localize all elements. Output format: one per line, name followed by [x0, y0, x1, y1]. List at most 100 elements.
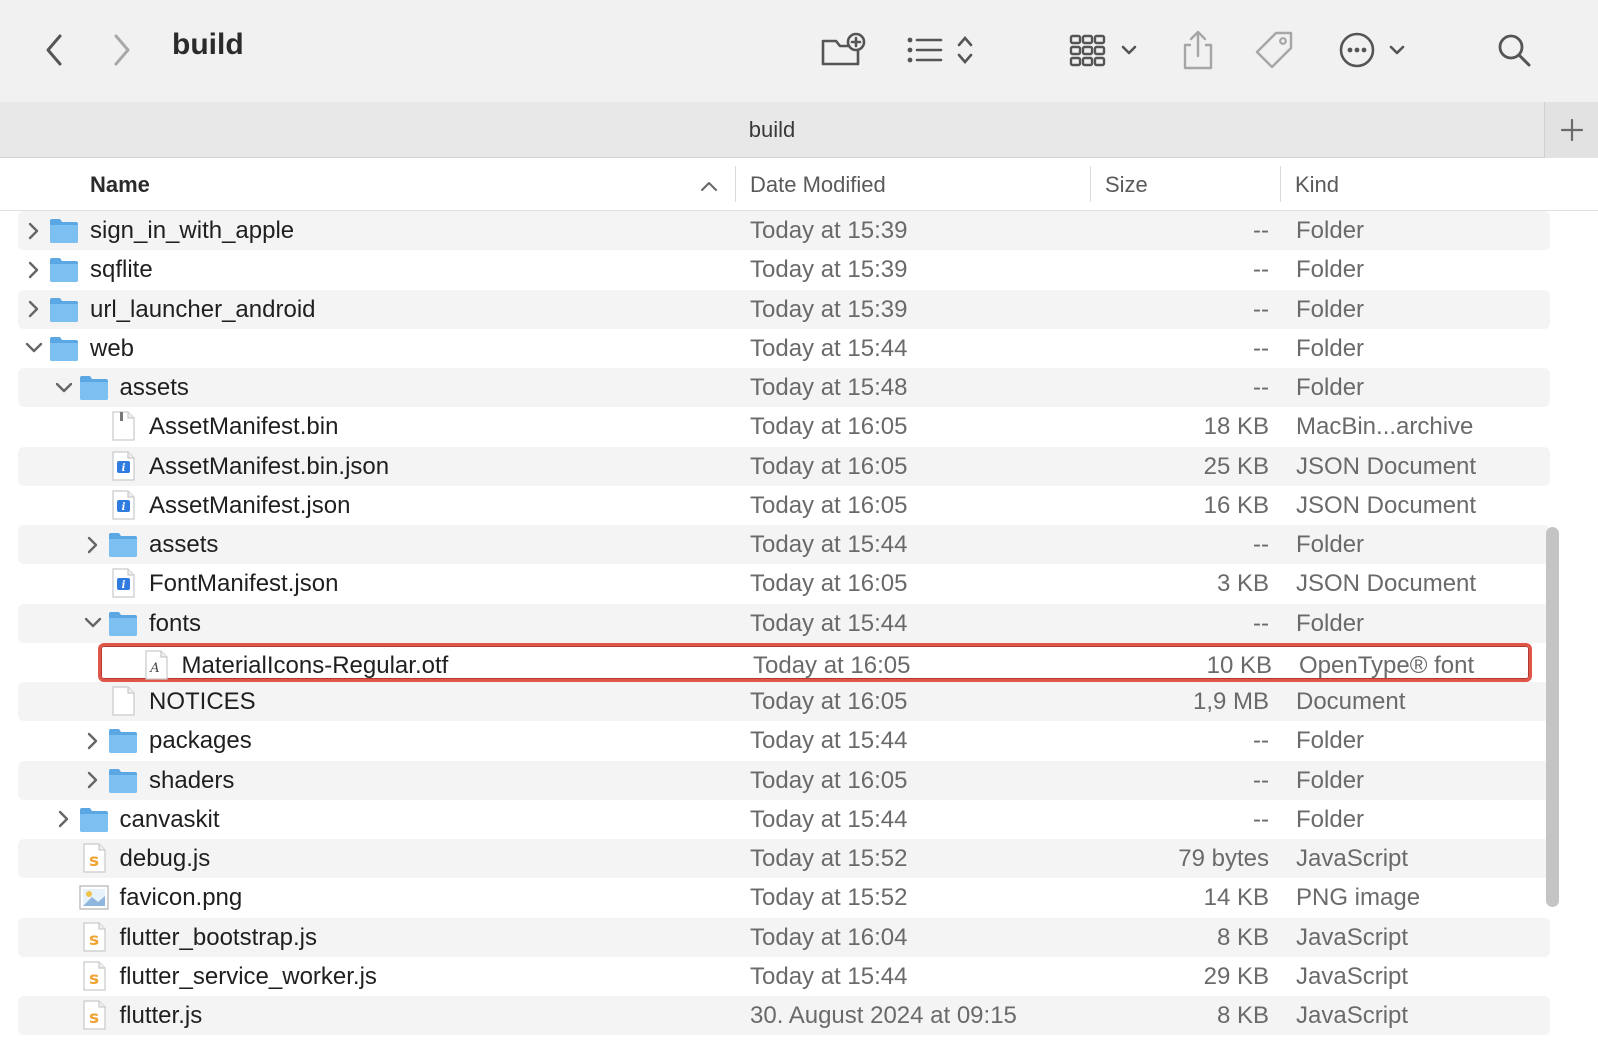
disclosure-open-icon[interactable] [52, 368, 76, 407]
file-size: -- [1253, 766, 1269, 794]
file-kind: JavaScript [1296, 845, 1409, 872]
column-separator[interactable] [735, 166, 736, 202]
svg-text:s: s [88, 851, 98, 871]
file-date: Today at 16:05 [750, 570, 908, 598]
javascript-file-icon: s [78, 960, 110, 992]
file-date: Today at 16:05 [750, 766, 908, 794]
file-kind: Folder [1296, 805, 1365, 833]
column-date[interactable]: Date Modified [750, 158, 1080, 211]
group-button[interactable] [1068, 30, 1144, 70]
disclosure-open-icon[interactable] [81, 604, 105, 643]
file-row[interactable]: s flutter_bootstrap.js Today at 16:04 8 KB J… [18, 917, 1550, 957]
file-size: 79 bytes [1178, 845, 1269, 872]
folder-row[interactable]: assets Today at 15:48 -- Folder [18, 368, 1550, 407]
disclosure-closed-icon[interactable] [52, 800, 76, 839]
more-actions-button[interactable] [1338, 30, 1414, 70]
javascript-file-icon: s [78, 999, 110, 1031]
new-tab-button[interactable] [1544, 102, 1598, 158]
disclosure-closed-icon[interactable] [22, 250, 46, 289]
file-name: shaders [149, 766, 235, 794]
search-button[interactable] [1494, 30, 1534, 70]
file-name: AssetManifest.json [149, 491, 351, 519]
vertical-scrollbar[interactable] [1538, 211, 1560, 1050]
file-size: 1,9 MB [1192, 688, 1269, 715]
file-date: Today at 15:52 [750, 884, 908, 912]
column-separator[interactable] [1280, 166, 1281, 202]
image-file-icon [78, 881, 110, 913]
column-header: Name Date Modified Size Kind [0, 158, 1598, 211]
file-size: -- [1253, 727, 1269, 755]
new-folder-icon [821, 32, 866, 66]
file-date: Today at 15:39 [750, 217, 908, 244]
tag-button[interactable] [1252, 28, 1298, 72]
disclosure-closed-icon[interactable] [81, 525, 105, 564]
folder-row[interactable]: assets Today at 15:44 -- Folder [18, 525, 1550, 564]
disclosure-closed-icon[interactable] [22, 290, 46, 329]
file-size: -- [1253, 531, 1269, 558]
file-name: flutter_bootstrap.js [119, 923, 317, 951]
file-kind: JavaScript [1296, 1002, 1409, 1029]
folder-row[interactable]: fonts Today at 15:44 -- Folder [18, 603, 1550, 643]
font-file-icon: A [140, 649, 172, 681]
file-row[interactable]: s debug.js Today at 15:52 79 bytes JavaScrip… [18, 839, 1550, 878]
file-date: Today at 15:48 [750, 374, 908, 401]
group-icon [1069, 34, 1137, 67]
file-size: 8 KB [1216, 1002, 1269, 1029]
folder-icon [78, 803, 110, 835]
folder-row[interactable]: sign_in_with_apple Today at 15:39 -- Folder [18, 211, 1550, 250]
folder-row[interactable]: web Today at 15:44 -- Folder [18, 329, 1550, 368]
file-row[interactable]: NOTICES Today at 16:05 1,9 MB Document [18, 682, 1550, 721]
disclosure-closed-icon[interactable] [22, 211, 46, 250]
file-kind: Folder [1296, 217, 1365, 244]
column-size-label: Size [1105, 171, 1148, 197]
file-row[interactable]: s flutter.js 30. August 2024 at 09:15 8 KB J… [18, 996, 1550, 1035]
back-button[interactable] [36, 30, 72, 70]
file-row[interactable]: i AssetManifest.bin.json Today at 16:05 25 … [18, 446, 1550, 486]
svg-text:i: i [122, 580, 126, 591]
forward-button[interactable] [104, 30, 140, 70]
folder-icon [107, 764, 139, 796]
folder-row[interactable]: sqflite Today at 15:39 -- Folder [18, 250, 1550, 289]
share-button[interactable] [1178, 28, 1218, 72]
disclosure-open-icon[interactable] [22, 329, 46, 368]
file-kind: Folder [1296, 609, 1365, 637]
column-separator[interactable] [1090, 166, 1091, 202]
file-row[interactable]: AssetManifest.bin Today at 16:05 18 KB MacB… [18, 407, 1550, 446]
scroll-thumb[interactable] [1546, 527, 1559, 907]
folder-row[interactable]: url_launcher_android Today at 15:39 -- Fold… [18, 289, 1550, 329]
file-row[interactable]: favicon.png Today at 15:52 14 KB PNG image [18, 878, 1550, 917]
file-kind: Folder [1296, 531, 1365, 558]
folder-row[interactable]: canvaskit Today at 15:44 -- Folder [18, 800, 1550, 839]
file-size: 14 KB [1203, 884, 1269, 912]
file-size: 25 KB [1203, 452, 1269, 480]
folder-icon [78, 371, 110, 403]
file-row[interactable]: s flutter_service_worker.js Today at 15:44… [18, 957, 1550, 996]
file-date: Today at 15:44 [750, 334, 908, 362]
tab-build[interactable]: build [0, 102, 1544, 158]
folder-row[interactable]: shaders Today at 16:05 -- Folder [18, 760, 1550, 800]
file-row[interactable]: i FontManifest.json Today at 16:05 3 KB JSON… [18, 564, 1550, 603]
binary-file-icon [107, 410, 139, 442]
file-name: sign_in_with_apple [90, 217, 295, 244]
search-icon [1498, 34, 1531, 67]
new-folder-button[interactable] [818, 30, 868, 70]
more-icon [1339, 32, 1405, 68]
folder-row[interactable]: packages Today at 15:44 -- Folder [18, 721, 1550, 760]
column-name[interactable]: Name [90, 158, 730, 211]
file-date: Today at 16:05 [753, 651, 911, 679]
disclosure-closed-icon[interactable] [81, 761, 105, 800]
column-kind[interactable]: Kind [1295, 158, 1535, 211]
file-kind: MacBin...archive [1296, 413, 1474, 441]
tab-label: build [748, 117, 796, 142]
column-name-label: Name [90, 171, 150, 197]
svg-text:s: s [88, 1008, 98, 1028]
disclosure-closed-icon[interactable] [81, 721, 105, 760]
view-mode-button[interactable] [904, 30, 980, 70]
file-date: Today at 15:44 [750, 609, 908, 637]
sort-ascending-icon [701, 182, 717, 191]
file-row[interactable]: i AssetManifest.json Today at 16:05 16 KB JS… [18, 486, 1550, 525]
file-row[interactable]: A MaterialIcons-Regular.otf Today at 16:05… [98, 642, 1532, 682]
file-name: assets [149, 531, 219, 558]
column-size[interactable]: Size [1105, 158, 1275, 211]
document-icon [107, 685, 139, 717]
